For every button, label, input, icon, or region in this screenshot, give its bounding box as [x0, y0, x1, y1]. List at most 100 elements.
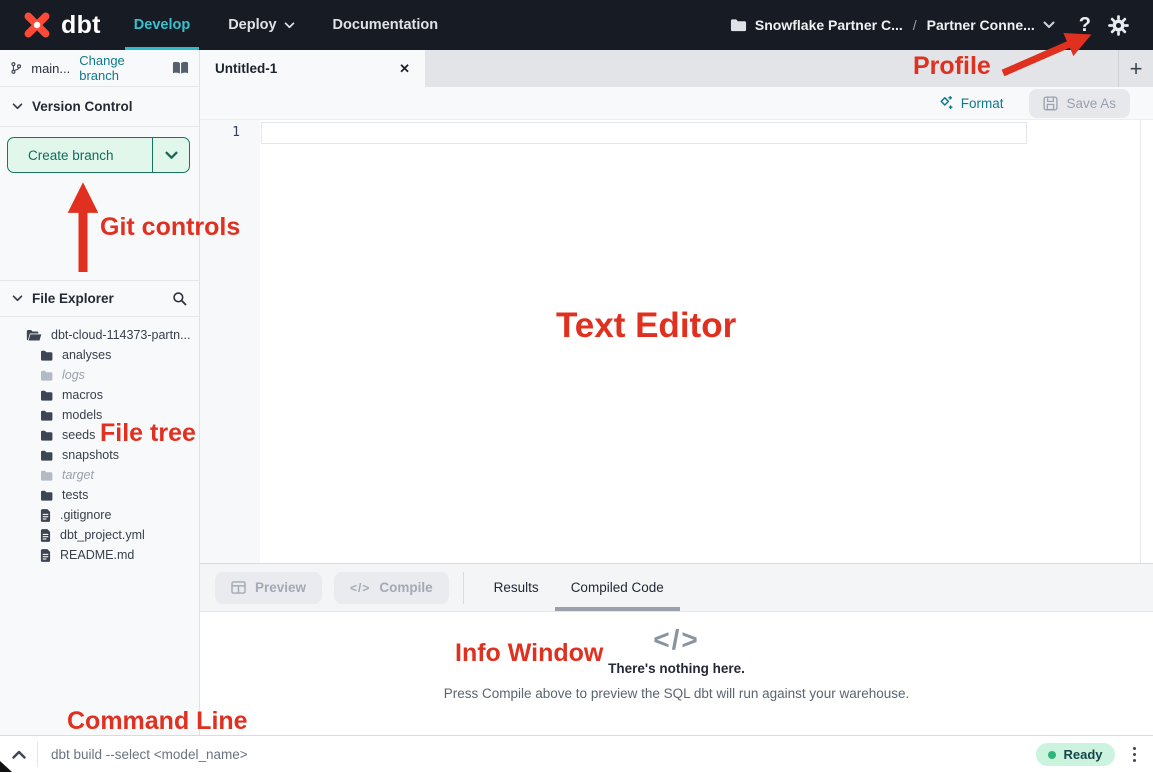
tree-item-analyses[interactable]: analyses	[0, 345, 199, 365]
tree-item-label: tests	[62, 488, 88, 502]
overflow-menu-icon[interactable]	[1128, 742, 1142, 768]
tab-title: Untitled-1	[215, 61, 399, 76]
editor-scroll-margin	[1140, 120, 1141, 563]
tab-untitled-1[interactable]: Untitled-1 ✕	[200, 50, 425, 87]
save-as-button[interactable]: Save As	[1029, 89, 1130, 118]
compile-button[interactable]: </> Compile	[334, 572, 449, 604]
folder-icon	[730, 18, 747, 32]
search-icon[interactable]	[172, 291, 187, 306]
nav-item-develop[interactable]: Develop	[115, 0, 209, 50]
dbt-logo-icon	[20, 8, 54, 42]
breadcrumb-separator: /	[911, 17, 919, 33]
preview-label: Preview	[255, 580, 306, 595]
tree-item-label: dbt-cloud-114373-partn...	[51, 328, 190, 342]
tree-item-label: seeds	[62, 428, 95, 442]
code-icon: </>	[653, 625, 699, 656]
change-branch-link[interactable]: Change branch	[79, 53, 157, 83]
empty-state-title: There's nothing here.	[608, 661, 745, 676]
status-label: Ready	[1063, 747, 1102, 762]
version-control-header[interactable]: Version Control	[0, 87, 199, 127]
preview-button[interactable]: Preview	[215, 572, 322, 604]
panel-empty-state: </> There's nothing here. Press Compile …	[200, 612, 1153, 735]
tab-compiled-code[interactable]: Compiled Code	[555, 564, 680, 611]
tree-item-models[interactable]: models	[0, 405, 199, 425]
code-editor[interactable]: 1	[200, 120, 1153, 563]
folder-icon	[40, 390, 53, 401]
status-dot	[1048, 751, 1056, 759]
help-icon[interactable]: ?	[1079, 14, 1091, 37]
folder-icon	[40, 490, 53, 501]
tree-item-snapshots[interactable]: snapshots	[0, 445, 199, 465]
create-branch-button[interactable]: Create branch	[7, 137, 190, 173]
tab-results[interactable]: Results	[478, 564, 555, 611]
tab-label: Compiled Code	[571, 580, 664, 595]
nav-item-label: Documentation	[333, 17, 439, 33]
current-line-highlight[interactable]	[261, 122, 1027, 144]
status-badge: Ready	[1036, 743, 1114, 766]
folder-icon	[40, 350, 53, 361]
tree-item-label: .gitignore	[60, 508, 111, 522]
command-bar: dbt build --select <model_name> Ready	[0, 735, 1153, 773]
file-explorer-header[interactable]: File Explorer	[0, 280, 199, 317]
save-as-label: Save As	[1066, 96, 1116, 111]
main-menu: Develop Deploy Documentation	[115, 0, 457, 50]
divider	[37, 742, 38, 767]
tree-item-readme-md[interactable]: README.md	[0, 545, 199, 565]
tree-item-label: dbt_project.yml	[60, 528, 145, 542]
divider	[463, 572, 464, 604]
new-tab-button[interactable]: +	[1118, 50, 1153, 87]
docs-book-icon[interactable]	[172, 61, 189, 75]
tree-item-label: analyses	[62, 348, 111, 362]
table-icon	[231, 581, 246, 594]
folder-open-icon	[26, 329, 42, 341]
close-tab-icon[interactable]: ✕	[399, 61, 410, 77]
nav-item-label: Develop	[134, 17, 190, 33]
chevron-down-icon	[165, 151, 178, 160]
chevron-down-icon	[12, 103, 23, 110]
empty-state-subtitle: Press Compile above to preview the SQL d…	[444, 686, 910, 701]
project-name: Partner Conne...	[927, 17, 1035, 33]
dbt-logo[interactable]: dbt	[0, 8, 111, 42]
chevron-down-icon	[284, 22, 295, 29]
create-branch-caret[interactable]	[152, 138, 189, 172]
create-branch-label[interactable]: Create branch	[8, 138, 152, 172]
nav-item-documentation[interactable]: Documentation	[314, 0, 458, 50]
tree-item-logs[interactable]: logs	[0, 365, 199, 385]
tree-item-seeds[interactable]: seeds	[0, 425, 199, 445]
sidebar: Version Control Create branch File Explo…	[0, 87, 200, 735]
format-button[interactable]: Format	[938, 95, 1004, 111]
file-tree: dbt-cloud-114373-partn... analyses logs mac…	[0, 325, 199, 565]
folder-icon	[40, 410, 53, 421]
tree-item-target[interactable]: target	[0, 465, 199, 485]
tree-item-tests[interactable]: tests	[0, 485, 199, 505]
current-branch: main...	[31, 61, 70, 76]
navbar-right: Snowflake Partner C... / Partner Conne..…	[730, 14, 1153, 37]
file-icon	[40, 509, 51, 522]
tree-item-label: macros	[62, 388, 103, 402]
format-sparkle-icon	[938, 95, 954, 111]
chevron-down-icon	[1043, 21, 1055, 29]
folder-icon	[40, 370, 53, 381]
tree-item-dbt-project-yml[interactable]: dbt_project.yml	[0, 525, 199, 545]
tree-item-macros[interactable]: macros	[0, 385, 199, 405]
tree-item-label: snapshots	[62, 448, 119, 462]
settings-gear-icon[interactable]	[1108, 15, 1129, 36]
nav-item-deploy[interactable]: Deploy	[209, 0, 313, 50]
git-branch-icon	[10, 60, 22, 76]
account-name: Snowflake Partner C...	[755, 17, 903, 33]
tree-item-dbt-cloud-114373-partn[interactable]: dbt-cloud-114373-partn...	[0, 325, 199, 345]
tree-item-gitignore[interactable]: .gitignore	[0, 505, 199, 525]
folder-icon	[40, 430, 53, 441]
logo-text: dbt	[61, 11, 101, 40]
section-title: File Explorer	[32, 291, 114, 306]
expand-command-bar-icon[interactable]	[0, 750, 37, 759]
tree-item-label: README.md	[60, 548, 134, 562]
tree-item-label: models	[62, 408, 102, 422]
project-selector[interactable]: Snowflake Partner C... / Partner Conne..…	[730, 17, 1055, 33]
top-navbar: dbt Develop Deploy Documentation Snowfla…	[0, 0, 1153, 50]
file-icon	[40, 529, 51, 542]
tab-label: Results	[494, 580, 539, 595]
branch-bar: main... Change branch	[0, 50, 200, 87]
info-window-panel: Preview </> Compile Results Compiled Cod…	[200, 563, 1153, 735]
command-input[interactable]: dbt build --select <model_name>	[51, 747, 1036, 762]
